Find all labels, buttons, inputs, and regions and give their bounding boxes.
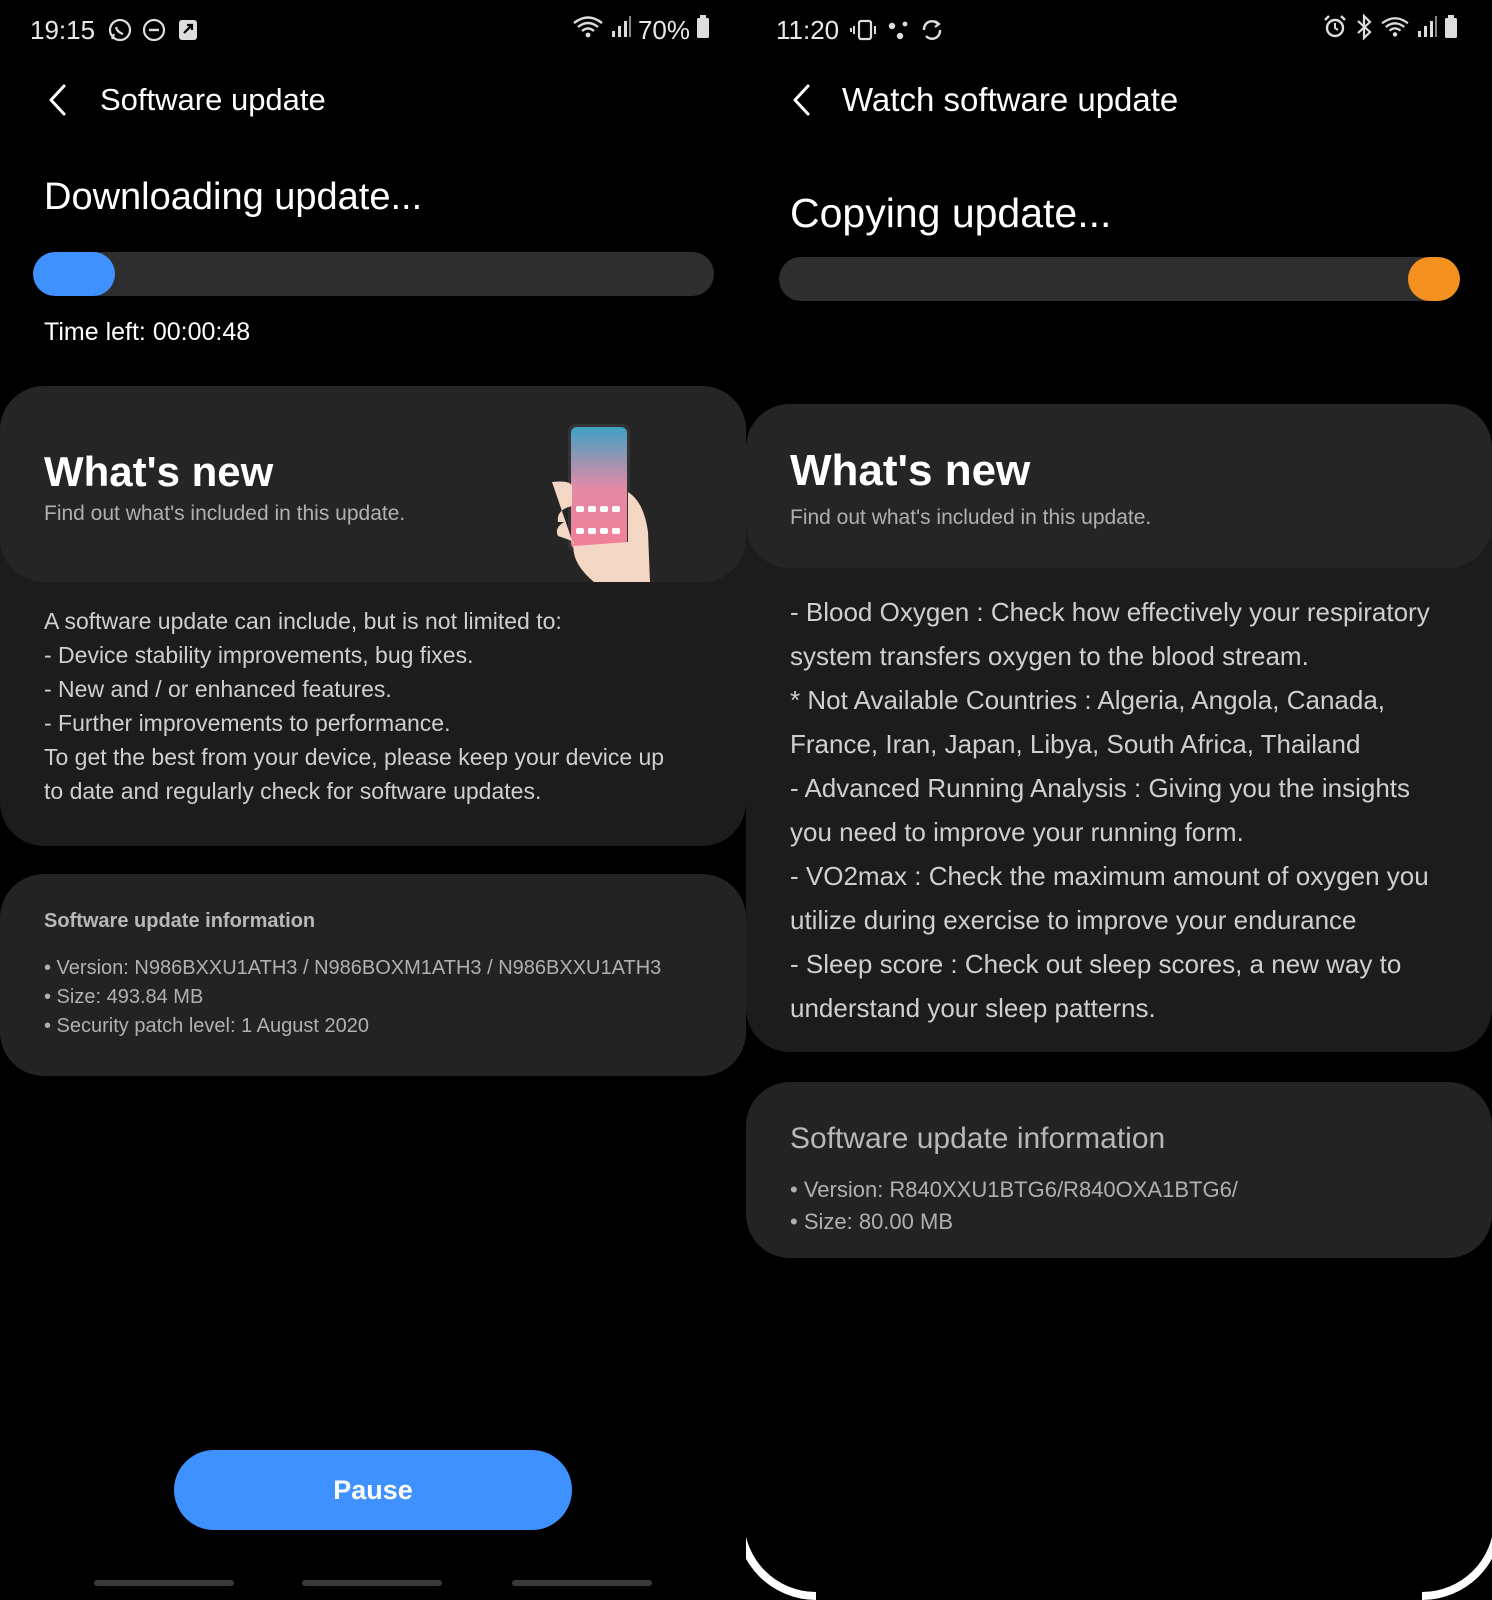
info-version: • Version: R840XXU1BTG6/R840OXA1BTG6/ [790,1177,1238,1202]
app-bar: Software update [0,70,746,130]
whats-new-title: What's new [44,448,274,495]
phone-update-screen: 19:15 70% Software update Downloading up… [0,0,746,1600]
status-bar: 11:20 [746,0,1492,60]
nav-gesture-bar[interactable] [512,1580,652,1586]
status-bar: 19:15 70% [0,0,746,60]
info-title: Software update information [44,910,316,932]
back-button[interactable] [38,80,78,120]
body-line: A software update can include, but is no… [44,608,562,634]
software-info-card: Software update information • Version: N… [0,874,746,1076]
body-line: - New and / or enhanced features. [44,676,392,702]
download-status-heading: Downloading update... [44,176,423,218]
signal-icon [1416,15,1438,46]
body-line: To get the best from your device, please… [44,744,665,770]
body-line: - Advanced Running Analysis : Giving you… [790,773,1411,803]
body-line: * Not Available Countries : Algeria, Ang… [790,685,1386,715]
pause-button[interactable]: Pause [174,1450,572,1530]
whats-new-subtitle: Find out what's included in this update. [44,502,406,525]
battery-icon [696,14,710,46]
watch-bezel-corner-right [1422,1520,1492,1600]
connection-icon [883,15,913,45]
download-progress-bar [33,252,714,296]
whats-new-card: What's new Find out what's included in t… [0,386,746,846]
watch-update-screen: 11:20 Watch software update Copying upda… [746,0,1492,1600]
status-time: 11:20 [776,14,840,45]
phone-in-hand-illustration [550,422,660,587]
copy-status-heading: Copying update... [790,190,1112,236]
status-time: 19:15 [30,14,96,45]
whats-new-header: What's new Find out what's included in t… [746,404,1492,568]
vibrate-icon [849,15,879,45]
body-line: - Further improvements to performance. [44,710,451,736]
body-line: understand your sleep patterns. [790,993,1156,1023]
back-arrow-icon [793,84,810,116]
body-line: - Blood Oxygen : Check how effectively y… [790,597,1430,627]
sync-icon [917,15,947,45]
page-title: Watch software update [842,81,1179,118]
nav-gesture-bar[interactable] [94,1580,234,1586]
whatsapp-icon [105,15,135,45]
nav-gesture-bar[interactable] [302,1580,442,1586]
info-version: • Version: N986BXXU1ATH3 / N986BOXM1ATH3… [44,957,662,979]
dnd-icon [139,15,169,45]
wifi-icon [572,14,604,47]
whats-new-title: What's new [790,446,1031,495]
battery-icon [1444,14,1458,46]
info-size: • Size: 493.84 MB [44,986,204,1008]
copy-progress-fill [1408,257,1460,301]
signal-icon [610,15,632,46]
body-line: - Sleep score : Check out sleep scores, … [790,949,1402,979]
back-button[interactable] [782,80,822,120]
info-list: • Version: N986BXXU1ATH3 / N986BOXM1ATH3… [44,954,661,1041]
body-line: system transfers oxygen to the blood str… [790,641,1309,671]
battery-percent: 70% [637,14,690,45]
watch-bezel-corner-left [746,1520,816,1600]
body-line: utilize during exercise to improve your … [790,905,1357,935]
info-list: • Version: R840XXU1BTG6/R840OXA1BTG6/ • … [790,1174,1238,1238]
alarm-icon [1322,14,1348,47]
whats-new-subtitle: Find out what's included in this update. [790,506,1152,529]
copy-progress-bar [779,257,1460,301]
body-line: you need to improve your running form. [790,817,1244,847]
app-bar: Watch software update [746,70,1492,130]
wifi-icon [1380,15,1410,46]
whats-new-card: What's new Find out what's included in t… [746,404,1492,1052]
whats-new-header: What's new Find out what's included in t… [0,386,746,582]
whats-new-body: A software update can include, but is no… [44,604,706,808]
info-size: • Size: 80.00 MB [790,1209,954,1234]
download-progress-fill [33,252,115,296]
software-info-card: Software update information • Version: R… [746,1082,1492,1258]
whats-new-body: - Blood Oxygen : Check how effectively y… [790,590,1452,1030]
body-line: - Device stability improvements, bug fix… [44,642,474,668]
body-line: to date and regularly check for software… [44,778,542,804]
info-title: Software update information [790,1122,1166,1155]
page-title: Software update [100,82,326,117]
info-security-patch: • Security patch level: 1 August 2020 [44,1015,369,1037]
bluetooth-icon [1354,12,1374,47]
app-notification-icon [173,15,203,45]
body-line: - VO2max : Check the maximum amount of o… [790,861,1429,891]
time-left: Time left: 00:00:48 [44,318,251,346]
body-line: France, Iran, Japan, Libya, South Africa… [790,729,1361,759]
back-arrow-icon [49,84,66,116]
